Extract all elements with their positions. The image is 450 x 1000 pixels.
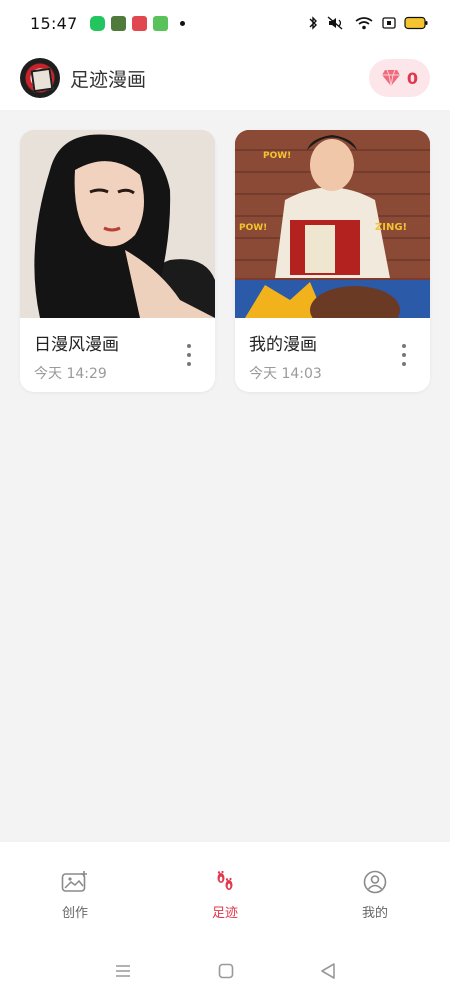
gem-balance-button[interactable]: 0 <box>368 59 430 97</box>
more-options-button[interactable] <box>181 344 197 366</box>
image-plus-icon <box>61 871 87 892</box>
screen-cast-icon <box>382 17 396 29</box>
anime-portrait-image <box>20 130 215 318</box>
comic-card[interactable]: POW! ZING! POW! 我的漫画 今天 14:03 <box>235 130 430 392</box>
bottom-nav: 创作 足迹 我的 <box>0 842 450 942</box>
comic-title: 我的漫画 <box>249 335 317 355</box>
footprint-list: 日漫风漫画 今天 14:29 POW! ZING! POW! 我的漫画 今天 1… <box>0 110 450 842</box>
svg-text:ZING!: ZING! <box>375 222 407 233</box>
comic-card[interactable]: 日漫风漫画 今天 14:29 <box>20 130 215 392</box>
calendar-icon <box>152 15 168 31</box>
nav-label: 足迹 <box>211 906 238 921</box>
footprints-icon <box>217 870 233 890</box>
pop-art-comic-image: POW! ZING! POW! <box>235 130 430 318</box>
comic-thumbnail[interactable] <box>20 130 215 318</box>
home-icon[interactable] <box>218 963 234 979</box>
system-nav-bar <box>0 942 450 1000</box>
battery-icon <box>404 16 428 30</box>
wechat-icon <box>89 15 105 31</box>
status-bar: 15:47 <box>0 0 450 46</box>
nav-tab-footprints[interactable]: 足迹 <box>175 870 275 942</box>
comic-grid: 日漫风漫画 今天 14:29 POW! ZING! POW! 我的漫画 今天 1… <box>20 130 430 392</box>
mute-icon <box>327 16 343 30</box>
comic-title: 日漫风漫画 <box>34 335 119 355</box>
card-info: 日漫风漫画 今天 14:29 <box>20 318 215 392</box>
video-icon <box>131 15 147 31</box>
menu-icon[interactable] <box>114 964 132 978</box>
nav-label: 创作 <box>61 906 88 921</box>
gem-count: 0 <box>406 68 418 88</box>
status-time: 15:47 <box>30 13 78 33</box>
more-notifications-dot <box>179 20 185 26</box>
comic-time: 今天 14:29 <box>34 366 107 382</box>
nav-label: 我的 <box>361 906 388 921</box>
wifi-icon <box>355 17 373 30</box>
more-icon <box>187 344 191 348</box>
comic-time: 今天 14:03 <box>249 366 322 382</box>
app-header: 足迹漫画 0 <box>0 46 450 110</box>
notification-icons <box>89 15 185 31</box>
gem-icon <box>381 69 400 87</box>
comic-thumbnail[interactable]: POW! ZING! POW! <box>235 130 430 318</box>
card-icon <box>110 15 126 31</box>
nav-tab-create[interactable]: 创作 <box>25 870 125 942</box>
app-title: 足迹漫画 <box>70 68 147 91</box>
svg-text:POW!: POW! <box>239 223 267 233</box>
svg-text:POW!: POW! <box>263 151 291 161</box>
back-icon[interactable] <box>320 962 336 980</box>
app-logo-avatar[interactable] <box>20 58 60 98</box>
screen: 15:47 足迹漫画 0 日漫风漫画 今天 14:29 POW! ZING! P… <box>0 0 450 1000</box>
nav-tab-profile[interactable]: 我的 <box>325 870 425 942</box>
more-icon <box>402 344 406 348</box>
card-info: 我的漫画 今天 14:03 <box>235 318 430 392</box>
user-icon <box>363 870 387 894</box>
more-options-button[interactable] <box>396 344 412 366</box>
bluetooth-icon <box>309 16 317 30</box>
system-icons <box>308 16 428 30</box>
